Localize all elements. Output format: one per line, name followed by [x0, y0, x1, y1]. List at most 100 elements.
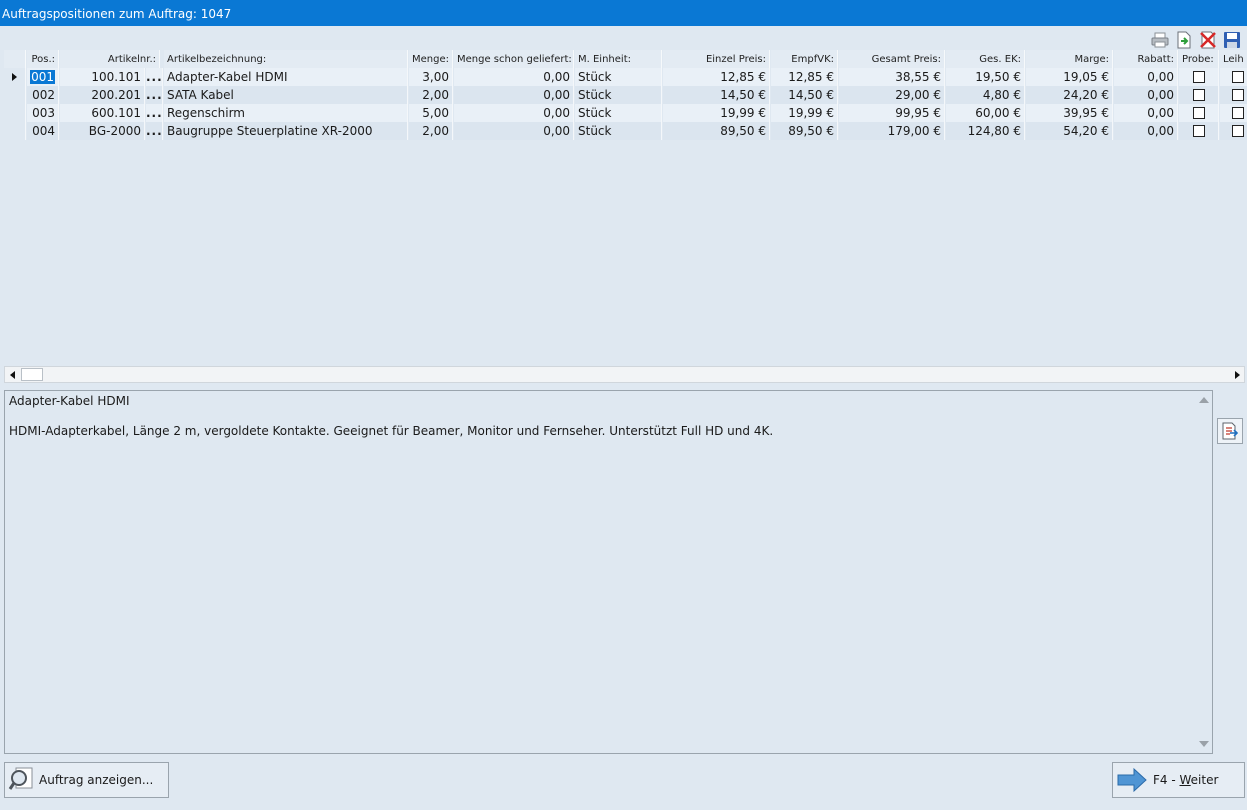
col-geliefert[interactable]: Menge schon geliefert:	[454, 50, 574, 68]
probe-checkbox[interactable]	[1193, 71, 1205, 83]
cell-marge[interactable]: 24,20 €	[1026, 86, 1113, 104]
row-indicator-header	[4, 50, 26, 68]
col-empfvk[interactable]: EmpfVK:	[771, 50, 838, 68]
cell-gesek[interactable]: 124,80 €	[946, 122, 1025, 140]
vertical-scrollbar[interactable]	[1196, 391, 1212, 753]
cell-empfvk[interactable]: 12,85 €	[771, 68, 838, 86]
col-pos[interactable]: Pos.:	[27, 50, 59, 68]
cell-geliefert[interactable]: 0,00	[454, 104, 574, 122]
cell-einheit[interactable]: Stück	[575, 122, 662, 140]
save-icon[interactable]	[1221, 30, 1243, 50]
cell-bezeichnung[interactable]: Baugruppe Steuerplatine XR-2000	[164, 122, 408, 140]
show-order-button[interactable]: Auftrag anzeigen...	[4, 762, 169, 798]
cell-gesek[interactable]: 4,80 €	[946, 86, 1025, 104]
cell-rabatt[interactable]: 0,00	[1114, 122, 1178, 140]
col-gesek[interactable]: Ges. EK:	[946, 50, 1025, 68]
table-row[interactable]: 003 600.101 ... Regenschirm 5,00 0,00 St…	[4, 104, 1247, 122]
cell-menge[interactable]: 5,00	[409, 104, 453, 122]
cell-empfvk[interactable]: 89,50 €	[771, 122, 838, 140]
cell-marge[interactable]: 39,95 €	[1026, 104, 1113, 122]
cell-geliefert[interactable]: 0,00	[454, 122, 574, 140]
ellipsis-button[interactable]: ...	[146, 122, 163, 140]
row-indicator	[4, 104, 26, 122]
scroll-right-icon[interactable]	[1229, 367, 1244, 382]
cell-pos[interactable]: 001	[30, 70, 55, 84]
cell-rabatt[interactable]: 0,00	[1114, 68, 1178, 86]
description-body: HDMI-Adapterkabel, Länge 2 m, vergoldete…	[9, 424, 774, 438]
continue-button[interactable]: F4 - Weiter	[1112, 762, 1245, 798]
col-menge[interactable]: Menge:	[409, 50, 453, 68]
cell-einheit[interactable]: Stück	[575, 68, 662, 86]
cell-empfvk[interactable]: 19,99 €	[771, 104, 838, 122]
cell-menge[interactable]: 2,00	[409, 122, 453, 140]
col-marge[interactable]: Marge:	[1026, 50, 1113, 68]
cell-menge[interactable]: 3,00	[409, 68, 453, 86]
cell-einheit[interactable]: Stück	[575, 86, 662, 104]
cell-gesamt[interactable]: 179,00 €	[839, 122, 945, 140]
cell-gesek[interactable]: 19,50 €	[946, 68, 1025, 86]
cell-pos[interactable]: 003	[27, 104, 59, 122]
col-probe[interactable]: Probe:	[1179, 50, 1219, 68]
printer-icon[interactable]	[1149, 30, 1171, 50]
description-textarea[interactable]: Adapter-Kabel HDMI HDMI-Adapterkabel, Lä…	[4, 390, 1213, 754]
cell-geliefert[interactable]: 0,00	[454, 68, 574, 86]
cell-rabatt[interactable]: 0,00	[1114, 86, 1178, 104]
cell-einzel[interactable]: 12,85 €	[663, 68, 770, 86]
leih-checkbox[interactable]	[1232, 71, 1244, 83]
cell-gesek[interactable]: 60,00 €	[946, 104, 1025, 122]
cell-einzel[interactable]: 89,50 €	[663, 122, 770, 140]
cell-gesamt[interactable]: 99,95 €	[839, 104, 945, 122]
cell-menge[interactable]: 2,00	[409, 86, 453, 104]
cell-einheit[interactable]: Stück	[575, 104, 662, 122]
cell-pos[interactable]: 002	[27, 86, 59, 104]
cell-marge[interactable]: 54,20 €	[1026, 122, 1113, 140]
cell-gesamt[interactable]: 38,55 €	[839, 68, 945, 86]
description-title: Adapter-Kabel HDMI	[9, 394, 130, 408]
cell-bezeichnung[interactable]: Regenschirm	[164, 104, 408, 122]
ellipsis-button[interactable]: ...	[146, 104, 163, 122]
cell-artikelnr[interactable]: 100.101	[60, 68, 145, 86]
col-leih[interactable]: Leih	[1220, 50, 1247, 68]
probe-checkbox[interactable]	[1193, 125, 1205, 137]
edit-text-button[interactable]	[1217, 418, 1243, 444]
cell-bezeichnung[interactable]: Adapter-Kabel HDMI	[164, 68, 408, 86]
toolbar	[1149, 30, 1243, 50]
ellipsis-button[interactable]: ...	[146, 68, 163, 86]
scroll-up-icon[interactable]	[1199, 397, 1209, 403]
show-order-label: Auftrag anzeigen...	[39, 773, 154, 787]
col-bezeichnung[interactable]: Artikelbezeichnung:	[164, 50, 408, 68]
table-row[interactable]: 001 100.101 ... Adapter-Kabel HDMI 3,00 …	[4, 68, 1247, 86]
leih-checkbox[interactable]	[1232, 125, 1244, 137]
col-gesamt[interactable]: Gesamt Preis:	[839, 50, 945, 68]
cell-artikelnr[interactable]: 600.101	[60, 104, 145, 122]
cell-bezeichnung[interactable]: SATA Kabel	[164, 86, 408, 104]
leih-checkbox[interactable]	[1232, 107, 1244, 119]
export-icon[interactable]	[1173, 30, 1195, 50]
col-rabatt[interactable]: Rabatt:	[1114, 50, 1178, 68]
cell-pos[interactable]: 004	[27, 122, 59, 140]
cell-marge[interactable]: 19,05 €	[1026, 68, 1113, 86]
scroll-down-icon[interactable]	[1199, 741, 1209, 747]
table-row[interactable]: 004 BG-2000 ... Baugruppe Steuerplatine …	[4, 122, 1247, 140]
col-einzel[interactable]: Einzel Preis:	[663, 50, 770, 68]
delete-icon[interactable]	[1197, 30, 1219, 50]
scrollbar-thumb[interactable]	[21, 368, 43, 381]
cell-rabatt[interactable]: 0,00	[1114, 104, 1178, 122]
cell-empfvk[interactable]: 14,50 €	[771, 86, 838, 104]
cell-einzel[interactable]: 14,50 €	[663, 86, 770, 104]
table-row[interactable]: 002 200.201 ... SATA Kabel 2,00 0,00 Stü…	[4, 86, 1247, 104]
cell-artikelnr[interactable]: BG-2000	[60, 122, 145, 140]
probe-checkbox[interactable]	[1193, 107, 1205, 119]
col-artikelnr[interactable]: Artikelnr.:	[60, 50, 160, 68]
col-einheit[interactable]: M. Einheit:	[575, 50, 662, 68]
cell-artikelnr[interactable]: 200.201	[60, 86, 145, 104]
ellipsis-button[interactable]: ...	[146, 86, 163, 104]
scroll-left-icon[interactable]	[5, 367, 20, 382]
cell-geliefert[interactable]: 0,00	[454, 86, 574, 104]
leih-checkbox[interactable]	[1232, 89, 1244, 101]
cell-einzel[interactable]: 19,99 €	[663, 104, 770, 122]
cell-gesamt[interactable]: 29,00 €	[839, 86, 945, 104]
probe-checkbox[interactable]	[1193, 89, 1205, 101]
continue-key: F4 -	[1153, 773, 1180, 787]
horizontal-scrollbar[interactable]	[4, 366, 1245, 383]
